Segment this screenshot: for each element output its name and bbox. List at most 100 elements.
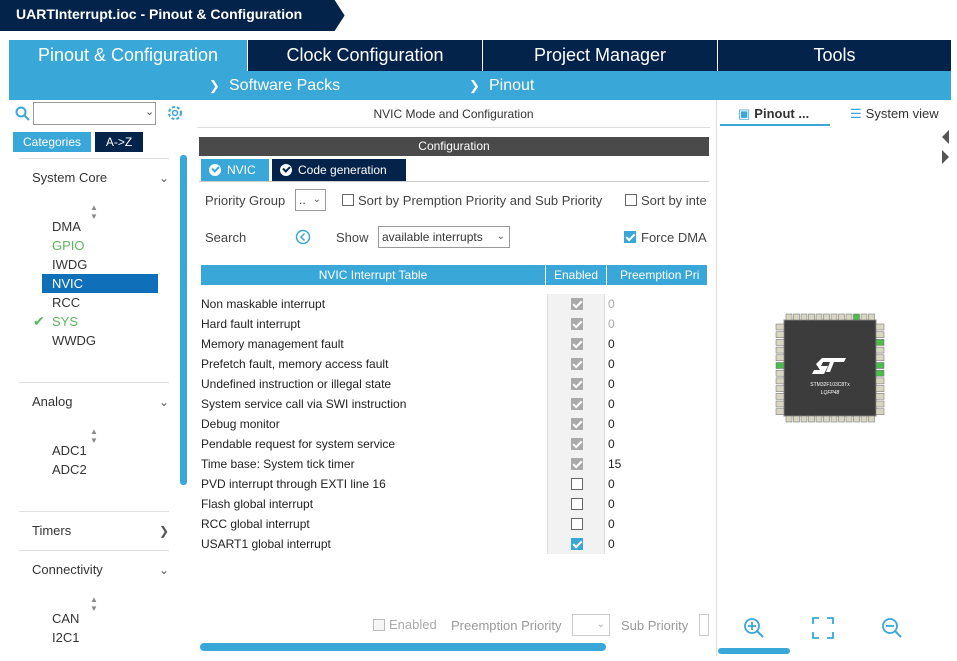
category-item-sys[interactable]: SYS bbox=[52, 312, 158, 331]
chip-pin[interactable] bbox=[875, 331, 885, 338]
column-header-enabled[interactable]: Enabled bbox=[545, 265, 607, 285]
tab-categories[interactable]: Categories bbox=[13, 132, 91, 152]
enabled-checkbox[interactable] bbox=[571, 498, 583, 510]
enabled-checkbox[interactable] bbox=[571, 518, 583, 530]
search-dropdown-icon[interactable]: ⌄ bbox=[145, 105, 154, 118]
preemption-priority-cell[interactable]: 0 bbox=[608, 314, 707, 334]
preemption-priority-cell[interactable]: 0 bbox=[608, 534, 707, 554]
chip-pin[interactable] bbox=[823, 313, 830, 321]
back-arrow-icon[interactable] bbox=[295, 229, 311, 245]
chip-pin[interactable] bbox=[775, 400, 785, 408]
category-item-wwdg[interactable]: WWDG bbox=[52, 331, 158, 350]
software-packs-menu[interactable]: ❯ bbox=[209, 71, 220, 100]
category-item-gpio[interactable]: GPIO bbox=[52, 236, 158, 255]
chip-pin[interactable] bbox=[775, 346, 785, 354]
sort-interrupt-checkbox[interactable] bbox=[625, 194, 637, 206]
chip-pin[interactable] bbox=[775, 408, 785, 415]
tab-pinout-view[interactable]: ▣ Pinout ... bbox=[720, 106, 830, 126]
chip-pin[interactable] bbox=[830, 415, 838, 423]
chip-pin[interactable] bbox=[875, 385, 885, 392]
table-row[interactable]: USART1 global interrupt 0 bbox=[201, 534, 707, 554]
preemption-priority-cell[interactable]: 0 bbox=[608, 354, 707, 374]
category-scrollbar[interactable] bbox=[180, 155, 187, 485]
chip-pin[interactable] bbox=[775, 354, 785, 362]
bottom-sub-select[interactable] bbox=[699, 614, 709, 636]
table-row[interactable]: Hard fault interrupt 0 bbox=[201, 314, 707, 334]
chip-pin[interactable] bbox=[875, 362, 885, 369]
chip-pin[interactable] bbox=[775, 393, 785, 400]
chip-pin[interactable] bbox=[875, 393, 885, 400]
category-item-iwdg[interactable]: IWDG bbox=[52, 255, 158, 274]
expand-arrow-icon[interactable] bbox=[942, 150, 949, 164]
chip-pin[interactable] bbox=[838, 313, 845, 321]
category-item-can[interactable]: CAN bbox=[52, 609, 158, 628]
chip-pin[interactable] bbox=[875, 346, 885, 354]
preemption-priority-cell[interactable]: 0 bbox=[608, 434, 707, 454]
chip-pin[interactable] bbox=[823, 415, 830, 423]
fit-screen-icon[interactable] bbox=[812, 617, 834, 639]
chip-pin[interactable] bbox=[853, 415, 860, 423]
chip-pin[interactable] bbox=[875, 323, 885, 331]
force-dma-checkbox[interactable] bbox=[624, 231, 636, 243]
category-item-adc1[interactable]: ADC1 bbox=[52, 441, 158, 460]
chip-pin[interactable] bbox=[875, 400, 885, 408]
section-system-core[interactable]: System Core ⌄ bbox=[19, 165, 169, 191]
chip-pin[interactable] bbox=[845, 415, 853, 423]
pinout-hscrollbar[interactable] bbox=[718, 648, 790, 654]
table-row[interactable]: Non maskable interrupt 0 bbox=[201, 294, 707, 314]
chip-pin[interactable] bbox=[815, 313, 823, 321]
zoom-in-icon[interactable] bbox=[743, 617, 765, 639]
table-row[interactable]: Time base: System tick timer 15 bbox=[201, 454, 707, 474]
category-item-nvic[interactable]: NVIC bbox=[42, 274, 158, 293]
chip-pin[interactable] bbox=[808, 415, 815, 423]
section-connectivity[interactable]: Connectivity ⌄ bbox=[19, 557, 169, 583]
chip-pin[interactable] bbox=[775, 369, 785, 377]
section-analog[interactable]: Analog ⌄ bbox=[19, 389, 169, 415]
chip-pin[interactable] bbox=[800, 313, 808, 321]
chip-pin[interactable] bbox=[775, 323, 785, 331]
collapse-arrow-icon[interactable] bbox=[942, 130, 949, 144]
tab-project-manager[interactable]: Project Manager bbox=[482, 40, 717, 71]
pinout-menu[interactable]: ❯ bbox=[469, 71, 480, 100]
chip-pin[interactable] bbox=[875, 339, 885, 346]
table-row[interactable]: Pendable request for system service 0 bbox=[201, 434, 707, 454]
zoom-out-icon[interactable] bbox=[881, 617, 903, 639]
chip-pin[interactable] bbox=[875, 408, 885, 415]
tab-system-view[interactable]: ☰ System view bbox=[850, 106, 950, 126]
chip-pin[interactable] bbox=[815, 415, 823, 423]
preemption-priority-cell[interactable]: 0 bbox=[608, 294, 707, 314]
chip-pin[interactable] bbox=[875, 369, 885, 377]
chip-pin[interactable] bbox=[785, 313, 793, 321]
chip-pin[interactable] bbox=[868, 313, 875, 321]
table-row[interactable]: RCC global interrupt 0 bbox=[201, 514, 707, 534]
chip-pin[interactable] bbox=[860, 313, 868, 321]
category-item-dma[interactable]: DMA bbox=[52, 217, 158, 236]
chip-pin[interactable] bbox=[785, 415, 793, 423]
preemption-priority-cell[interactable]: 0 bbox=[608, 494, 707, 514]
column-header-preemption[interactable]: Preemption Pri bbox=[620, 265, 710, 285]
chip-pin[interactable] bbox=[860, 415, 868, 423]
category-item-adc2[interactable]: ADC2 bbox=[52, 460, 158, 479]
tab-clock-configuration[interactable]: Clock Configuration bbox=[247, 40, 482, 71]
table-row[interactable]: Debug monitor 0 bbox=[201, 414, 707, 434]
category-item-i2c1[interactable]: I2C1 bbox=[52, 628, 158, 647]
chip-pin[interactable] bbox=[775, 385, 785, 392]
tab-a-z[interactable]: A->Z bbox=[95, 132, 143, 152]
chip-pin[interactable] bbox=[793, 415, 800, 423]
table-row[interactable]: Prefetch fault, memory access fault 0 bbox=[201, 354, 707, 374]
chip-pin[interactable] bbox=[808, 313, 815, 321]
chip-pin[interactable] bbox=[868, 415, 875, 423]
chip-pin[interactable] bbox=[775, 377, 785, 385]
column-header-interrupt[interactable]: NVIC Interrupt Table bbox=[201, 265, 545, 285]
enabled-checkbox[interactable] bbox=[571, 538, 583, 550]
table-row[interactable]: Memory management fault 0 bbox=[201, 334, 707, 354]
chip-pin[interactable] bbox=[793, 313, 800, 321]
sort-premption-checkbox[interactable] bbox=[342, 194, 354, 206]
category-item-rcc[interactable]: RCC bbox=[52, 293, 158, 312]
gear-icon[interactable] bbox=[166, 104, 184, 122]
preemption-priority-cell[interactable]: 0 bbox=[608, 474, 707, 494]
chip-pin[interactable] bbox=[830, 313, 838, 321]
chip-pin[interactable] bbox=[875, 354, 885, 362]
section-timers[interactable]: Timers ❯ bbox=[19, 518, 169, 544]
table-row[interactable]: Undefined instruction or illegal state 0 bbox=[201, 374, 707, 394]
